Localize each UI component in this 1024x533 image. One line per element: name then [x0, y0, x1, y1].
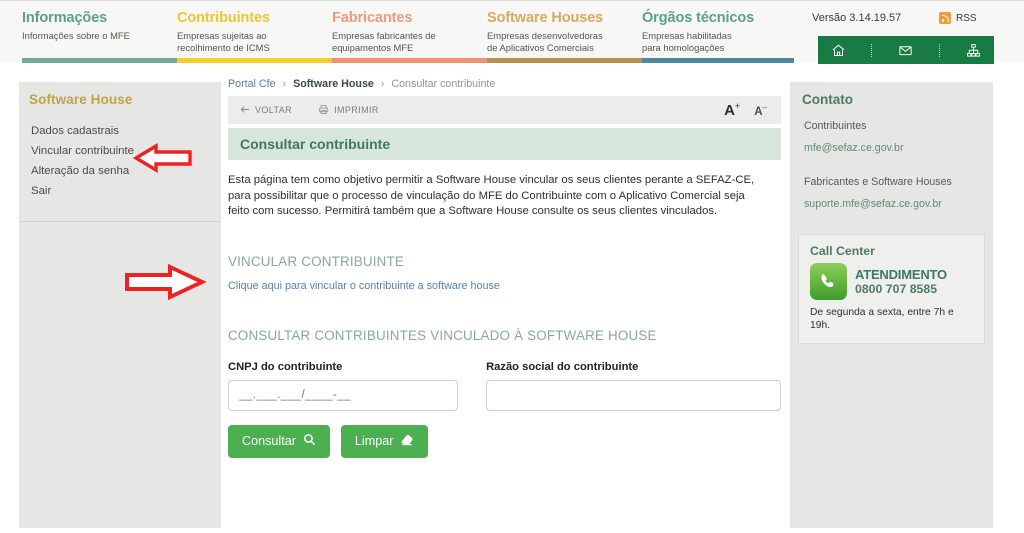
breadcrumb-separator: › [282, 78, 287, 90]
sidebar-item-dados-cadastrais[interactable]: Dados cadastrais [19, 121, 221, 141]
nav-underline-contribuintes [177, 58, 332, 63]
sidebar-divider [19, 221, 221, 222]
rss-link[interactable]: RSS [939, 12, 977, 24]
call-center-text: ATENDIMENTO 0800 707 8585 [855, 267, 947, 297]
nav-subtitle: Empresas fabricantes de equipamentos MFE [332, 30, 436, 53]
limpar-button-label: Limpar [354, 434, 394, 448]
font-size-controls: A+ A– [724, 96, 767, 124]
contact-group-label: Contribuintes [804, 120, 867, 132]
nav-underline-orgaos-tecnicos [642, 58, 794, 63]
nav-title: Software Houses [487, 10, 604, 26]
nav-title: Fabricantes [332, 10, 413, 26]
nav-subtitle: Empresas sujeitas ao recolhimento de ICM… [177, 30, 270, 53]
nav-underline-bars [22, 58, 794, 63]
annotation-arrow-left [132, 142, 194, 179]
field-group-cnpj: CNPJ do contribuinte [228, 361, 458, 411]
cnpj-input[interactable] [228, 379, 458, 411]
icon-divider [871, 43, 873, 57]
annotation-arrow-right [122, 262, 208, 307]
nav-underline-software-houses [487, 58, 642, 63]
search-form: CNPJ do contribuinte Razão social do con… [228, 361, 781, 411]
main-content: Portal Cfe › Software House › Consultar … [228, 78, 781, 458]
back-button-label: VOLTAR [255, 105, 293, 115]
nav-title: Órgãos técnicos [642, 10, 755, 26]
intro-paragraph: Esta página tem como objetivo permitir a… [228, 174, 755, 217]
nav-subtitle: Empresas habilitadas para homologações [642, 30, 732, 53]
nav-underline-fabricantes [332, 58, 487, 63]
call-center-title: Call Center [810, 244, 875, 258]
contact-group-contribuintes: Contribuintes mfe@sefaz.ce.gov.br [790, 120, 993, 154]
nav-title: Contribuintes [177, 10, 270, 26]
nav-item-contribuintes[interactable]: Contribuintes Empresas sujeitas ao recol… [177, 10, 332, 53]
contact-title: Contato [802, 92, 853, 107]
section-heading-consultar: CONSULTAR CONTRIBUINTES VINCULADO À SOFT… [228, 327, 657, 343]
eraser-icon [400, 433, 414, 449]
home-icon[interactable] [831, 43, 846, 58]
field-group-razao-social: Razão social do contribuinte [486, 361, 781, 411]
breadcrumb-section[interactable]: Software House [293, 78, 374, 90]
nav-item-orgaos-tecnicos[interactable]: Órgãos técnicos Empresas habilitadas par… [642, 10, 794, 53]
razao-social-input[interactable] [486, 379, 781, 411]
contact-email-suporte[interactable]: suporte.mfe@sefaz.ce.gov.br [804, 198, 993, 210]
contact-panel: Contato Contribuintes mfe@sefaz.ce.gov.b… [790, 82, 993, 528]
contact-group-label: Fabricantes e Software Houses [804, 176, 952, 188]
vincular-contribuinte-link[interactable]: Clique aqui para vincular o contribuinte… [228, 280, 781, 292]
font-increase-button[interactable]: A+ [724, 101, 740, 119]
site-header: Informações Informações sobre o MFE Cont… [0, 0, 1024, 64]
consultar-button-label: Consultar [242, 434, 296, 448]
font-decrease-button[interactable]: A– [754, 103, 767, 118]
phone-icon [810, 263, 847, 300]
razao-social-label: Razão social do contribuinte [486, 360, 639, 373]
cnpj-label: CNPJ do contribuinte [228, 360, 343, 373]
header-icon-bar [818, 36, 994, 64]
call-center-box: Call Center ATENDIMENTO 0800 707 8585 De… [798, 234, 985, 344]
version-label: Versão 3.14.19.57 [812, 12, 902, 24]
nav-subtitle: Informações sobre o MFE [22, 30, 130, 41]
call-center-body: ATENDIMENTO 0800 707 8585 [799, 258, 984, 300]
rss-label: RSS [956, 12, 977, 24]
form-actions: Consultar Limpar [228, 424, 781, 458]
breadcrumb-root[interactable]: Portal Cfe [228, 78, 276, 90]
contact-email-contribuintes[interactable]: mfe@sefaz.ce.gov.br [804, 142, 993, 154]
printer-icon [318, 104, 329, 117]
sidebar-item-sair[interactable]: Sair [19, 181, 221, 201]
breadcrumb-current: Consultar contribuinte [391, 78, 496, 90]
nav-underline-informacoes [22, 58, 177, 63]
print-button-label: IMPRIMIR [334, 105, 379, 115]
nav-item-software-houses[interactable]: Software Houses Empresas desenvolvedoras… [487, 10, 642, 53]
main-navigation: Informações Informações sobre o MFE Cont… [22, 10, 794, 53]
section-heading-vincular: VINCULAR CONTRIBUINTE [228, 253, 405, 269]
rss-icon [939, 12, 951, 24]
nav-subtitle: Empresas desenvolvedoras de Aplicativos … [487, 30, 603, 53]
nav-item-informacoes[interactable]: Informações Informações sobre o MFE [22, 10, 177, 53]
sidebar-title: Software House [29, 92, 133, 107]
page-title: Consultar contribuinte [228, 128, 781, 160]
print-button[interactable]: IMPRIMIR [318, 104, 379, 117]
nav-item-fabricantes[interactable]: Fabricantes Empresas fabricantes de equi… [332, 10, 487, 53]
limpar-button[interactable]: Limpar [340, 424, 429, 458]
back-button[interactable]: VOLTAR [240, 105, 292, 116]
page-toolbar: VOLTAR IMPRIMIR A+ A– [228, 96, 781, 124]
sitemap-icon[interactable] [966, 43, 981, 58]
consultar-button[interactable]: Consultar [228, 424, 330, 458]
call-center-headline: ATENDIMENTO [855, 266, 947, 282]
mail-icon[interactable] [898, 43, 913, 58]
call-center-phone: 0800 707 8585 [855, 281, 938, 296]
call-center-hours: De segunda a sexta, entre 7h e 19h. [810, 307, 954, 331]
arrow-left-icon [240, 105, 250, 116]
icon-divider [938, 43, 941, 57]
contact-group-fabricantes: Fabricantes e Software Houses suporte.mf… [790, 176, 993, 210]
nav-title: Informações [22, 10, 108, 26]
breadcrumb-separator: › [380, 78, 385, 90]
page-root: Informações Informações sobre o MFE Cont… [0, 0, 1024, 533]
search-icon [303, 433, 316, 449]
breadcrumb: Portal Cfe › Software House › Consultar … [228, 78, 781, 96]
